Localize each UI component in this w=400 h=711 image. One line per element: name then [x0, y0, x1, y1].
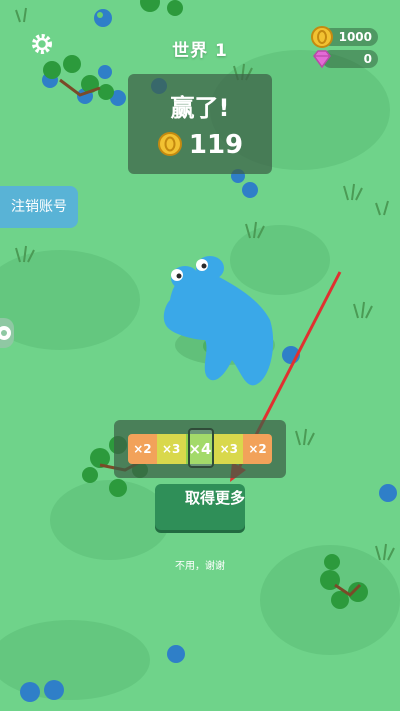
multiplier-segment: ×2 — [128, 434, 157, 464]
get-more-label: 取得更多 — [185, 489, 246, 507]
shop-icon — [0, 326, 11, 340]
reward-row: 119 — [128, 130, 272, 160]
reward-amount: 119 — [188, 130, 244, 160]
multiplier-segment: ×3 — [214, 434, 244, 464]
get-more-button[interactable]: 取得更多 — [155, 484, 245, 530]
multiplier-segment: ×3 — [156, 434, 186, 464]
gem-amount: 0 — [363, 52, 372, 66]
coin-icon — [157, 132, 182, 156]
multiplier-panel: ×2 ×3 ×4 ×3 ×2 — [114, 420, 286, 478]
coin-amount: 1000 — [338, 30, 372, 44]
win-title: 赢了! — [170, 94, 230, 122]
gem-counter: 0 — [313, 50, 378, 69]
coin-counter: 1000 — [311, 26, 378, 48]
multiplier-selector — [188, 428, 214, 468]
gem-icon — [310, 47, 334, 71]
logout-button[interactable]: 注销账号 — [0, 186, 78, 228]
result-panel: 赢了! 119 — [128, 74, 272, 174]
multiplier-segment: ×2 — [243, 434, 272, 464]
no-thanks-link[interactable]: 不用，谢谢 — [0, 557, 400, 572]
side-shop-tab[interactable] — [0, 318, 14, 348]
coin-icon — [310, 25, 334, 49]
